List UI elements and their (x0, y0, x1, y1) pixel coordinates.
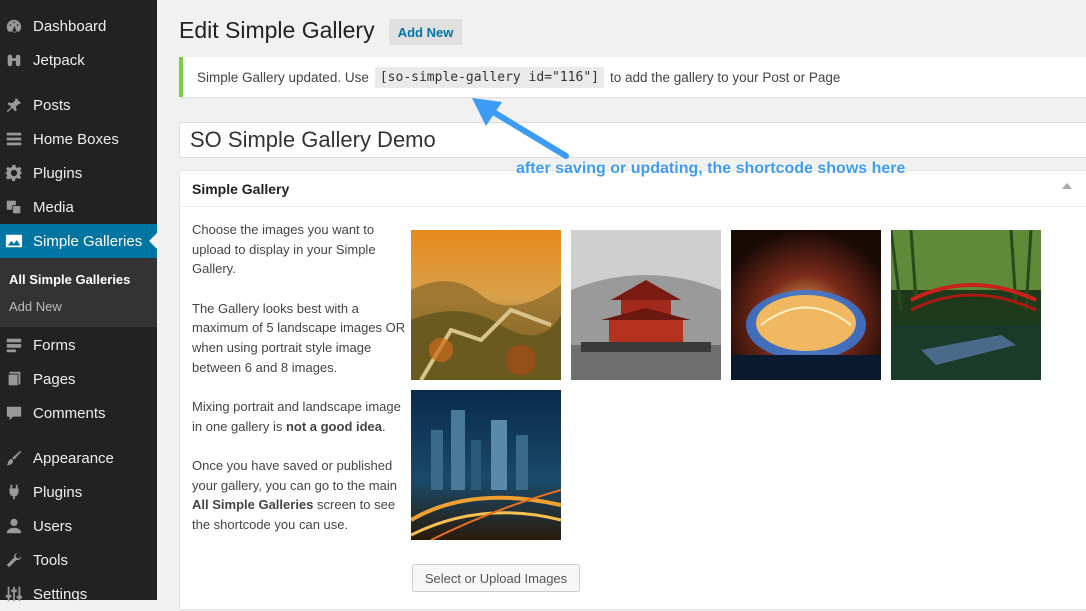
p3-end: . (382, 418, 386, 434)
user-icon (4, 516, 24, 536)
p3-bold: not a good idea (285, 418, 383, 434)
menu-tools-label: Tools (33, 551, 69, 569)
menu-plugins-label: Plugins (33, 483, 83, 501)
menu-comments-label: Comments (33, 404, 106, 422)
menu-forms-label: Forms (33, 336, 76, 354)
menu-appearance-label: Appearance (33, 449, 114, 467)
p4-bold: All Simple Galleries (192, 497, 314, 513)
gallery-thumbnail-city-night[interactable] (411, 390, 561, 540)
settings-icon (4, 584, 24, 604)
menu-jetpack[interactable]: Jetpack (0, 43, 157, 77)
menu-plugins-top[interactable]: Plugins (0, 156, 157, 190)
menu-simple-galleries-label: Simple Galleries (33, 232, 143, 250)
pages-icon (4, 369, 24, 389)
menu-media-label: Media (33, 198, 74, 216)
plug-icon (4, 482, 24, 502)
submenu-all-simple-galleries[interactable]: All Simple Galleries (9, 272, 130, 287)
menu-tools[interactable]: Tools (0, 543, 157, 577)
select-upload-images-button[interactable]: Select or Upload Images (412, 564, 580, 592)
menu-dashboard[interactable]: Dashboard (0, 9, 157, 43)
add-new-button[interactable]: Add New (389, 19, 462, 45)
gear-icon (4, 163, 24, 183)
gallery-thumbnail-drum-tower[interactable] (571, 230, 721, 380)
active-menu-arrow (149, 233, 157, 249)
update-notice: Simple Gallery updated. Use [so-simple-g… (179, 57, 1086, 97)
media-icon (4, 197, 24, 217)
menu-plugins[interactable]: Plugins (0, 475, 157, 509)
admin-sidebar: Dashboard Jetpack Posts Home Boxes Plugi… (0, 0, 157, 603)
jetpack-icon (4, 50, 24, 70)
metabox-title: Simple Gallery (192, 181, 290, 197)
menu-plugins-top-label: Plugins (33, 164, 83, 182)
gallery-thumbnail-great-wall[interactable] (411, 230, 561, 380)
description-paragraph-4: Once you have saved or published your ga… (192, 456, 408, 535)
menu-home-boxes[interactable]: Home Boxes (0, 122, 157, 156)
form-icon (4, 335, 24, 355)
menu-forms[interactable]: Forms (0, 328, 157, 362)
menu-posts[interactable]: Posts (0, 88, 157, 122)
menu-media[interactable]: Media (0, 190, 157, 224)
description-paragraph-2: The Gallery looks best with a maximum of… (192, 300, 406, 375)
annotation-text: after saving or updating, the shortcode … (516, 160, 906, 177)
annotation-arrow (472, 98, 569, 159)
list-icon (4, 129, 24, 149)
notice-text-before: Simple Gallery updated. Use (197, 69, 369, 85)
menu-simple-galleries[interactable]: Simple Galleries (0, 224, 157, 258)
brush-icon (4, 448, 24, 468)
gallery-icon (4, 231, 24, 251)
description-paragraph-3: Mixing portrait and landscape image in o… (192, 397, 408, 436)
submenu-add-new[interactable]: Add New (9, 299, 62, 314)
gallery-thumbnail-grand-theatre[interactable] (731, 230, 881, 380)
menu-appearance[interactable]: Appearance (0, 441, 157, 475)
menu-comments[interactable]: Comments (0, 396, 157, 430)
menu-settings[interactable]: Settings (0, 577, 157, 611)
simple-gallery-metabox: Simple Gallery Choose the images you wan… (179, 170, 1086, 610)
simple-galleries-submenu: All Simple Galleries Add New (0, 258, 157, 327)
menu-pages-label: Pages (33, 370, 76, 388)
menu-users[interactable]: Users (0, 509, 157, 543)
pin-icon (4, 95, 24, 115)
wrench-icon (4, 550, 24, 570)
menu-pages[interactable]: Pages (0, 362, 157, 396)
menu-jetpack-label: Jetpack (33, 51, 85, 69)
collapse-toggle-icon[interactable] (1062, 183, 1072, 189)
description-paragraph-1: Choose the images you want to upload to … (192, 222, 376, 277)
dashboard-icon (4, 16, 24, 36)
gallery-description: Choose the images you want to upload to … (192, 220, 408, 554)
menu-posts-label: Posts (33, 96, 71, 114)
menu-home-boxes-label: Home Boxes (33, 130, 119, 148)
menu-dashboard-label: Dashboard (33, 17, 107, 35)
p4-text: Once you have saved or published your ga… (192, 457, 397, 493)
shortcode: [so-simple-gallery id="116"] (374, 66, 604, 88)
gallery-thumbnail-garden-bridge[interactable] (891, 230, 1041, 380)
notice-text-after: to add the gallery to your Post or Page (610, 69, 841, 85)
post-title-input[interactable]: SO Simple Gallery Demo (179, 122, 1086, 158)
menu-users-label: Users (33, 517, 73, 535)
comment-icon (4, 403, 24, 423)
page-title: Edit Simple Gallery (179, 17, 375, 43)
